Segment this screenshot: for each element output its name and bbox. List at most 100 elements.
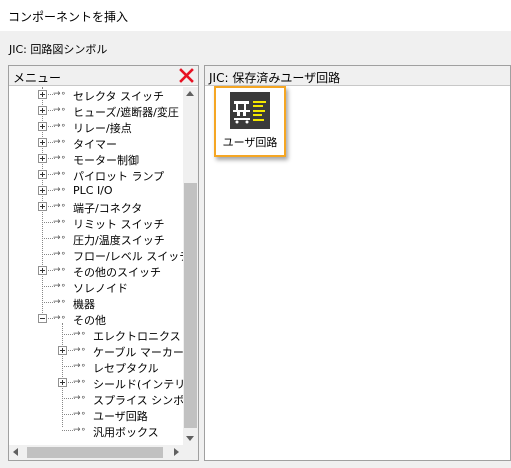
- menu-panel: メニュー →∘ セレクタ スイッチ →∘ ヒューズ/遮断器/変圧 →∘ リレー/接点 →∘ タ…: [8, 65, 199, 461]
- tree-item[interactable]: →∘ シールド(インテリジ: [9, 375, 183, 391]
- title-bar: コンポーネントを挿入: [0, 0, 511, 31]
- tree-item-label: シールド(インテリジ: [93, 378, 183, 391]
- tree-arrow-icon: →∘: [53, 185, 67, 195]
- tree-item-label: ヒューズ/遮断器/変圧: [73, 106, 179, 119]
- collapse-icon[interactable]: [38, 314, 47, 323]
- menu-tree: →∘ セレクタ スイッチ →∘ ヒューズ/遮断器/変圧 →∘ リレー/接点 →∘ タイマー →∘…: [9, 87, 183, 445]
- library-label: JIC: 回路図シンボル: [9, 43, 108, 56]
- scroll-down-icon[interactable]: [186, 436, 194, 441]
- tree-arrow-icon: →∘: [53, 137, 67, 147]
- tree-item[interactable]: →∘ ユーザ回路: [9, 407, 183, 423]
- tree-arrow-icon: →∘: [53, 169, 67, 179]
- vertical-scrollbar[interactable]: [183, 87, 198, 445]
- tree-item[interactable]: →∘ 機器: [9, 295, 183, 311]
- tree-item[interactable]: →∘ モーター制御: [9, 151, 183, 167]
- tree-item-label: 端子/コネクタ: [73, 202, 143, 215]
- expand-icon[interactable]: [38, 202, 47, 211]
- close-icon[interactable]: [179, 68, 194, 83]
- tree-item-label: ケーブル マーカー: [93, 346, 183, 359]
- expand-icon[interactable]: [38, 122, 47, 131]
- tree-item-label: ソレノイド: [73, 282, 128, 295]
- tree-arrow-icon: →∘: [53, 121, 67, 131]
- tree-item[interactable]: →∘ その他のスイッチ: [9, 263, 183, 279]
- tree-item-label: PLC I/O: [73, 184, 113, 197]
- tree-item-label: パイロット ランプ: [73, 170, 165, 183]
- tree-item-label: レセプタクル: [93, 362, 159, 375]
- tree-item[interactable]: →∘ エレクトロニクス: [9, 327, 183, 343]
- tree-item-label: セレクタ スイッチ: [73, 90, 165, 103]
- tree-arrow-icon: →∘: [53, 249, 67, 259]
- vertical-scroll-thumb[interactable]: [184, 183, 197, 428]
- tree-item-label: 圧力/温度スイッチ: [73, 234, 165, 247]
- tree-item-label: エレクトロニクス: [93, 330, 181, 343]
- tree-item-label: 機器: [73, 298, 95, 311]
- expand-icon[interactable]: [38, 154, 47, 163]
- tree-item[interactable]: →∘ ソレノイド: [9, 279, 183, 295]
- tree-arrow-icon: →∘: [53, 297, 67, 307]
- expand-icon[interactable]: [58, 346, 67, 355]
- tree-item[interactable]: →∘ PLC I/O: [9, 183, 183, 199]
- tree-arrow-icon: →∘: [53, 217, 67, 227]
- tree-arrow-icon: →∘: [73, 345, 87, 355]
- content-panel-title: JIC: 保存済みユーザ回路: [209, 71, 341, 85]
- tree-arrow-icon: →∘: [73, 425, 87, 435]
- tree-item-label: その他: [73, 314, 106, 327]
- tree-item-label: ユーザ回路: [93, 410, 148, 423]
- tree-item[interactable]: →∘ レセプタクル: [9, 359, 183, 375]
- tree-arrow-icon: →∘: [53, 201, 67, 211]
- scroll-right-icon[interactable]: [174, 448, 179, 456]
- tree-arrow-icon: →∘: [73, 361, 87, 371]
- content-panel-header: JIC: 保存済みユーザ回路: [205, 66, 510, 86]
- user-circuit-label: ユーザ回路: [222, 136, 278, 149]
- tree-item[interactable]: →∘ フロー/レベル スイッチ: [9, 247, 183, 263]
- expand-icon[interactable]: [38, 170, 47, 179]
- horizontal-scroll-thumb[interactable]: [27, 447, 163, 458]
- tree-arrow-icon: →∘: [73, 393, 87, 403]
- tree-item-label: その他のスイッチ: [73, 266, 161, 279]
- tree-item[interactable]: →∘ タイマー: [9, 135, 183, 151]
- tree-arrow-icon: →∘: [73, 329, 87, 339]
- tree-arrow-icon: →∘: [53, 89, 67, 99]
- user-circuit-tile[interactable]: ユーザ回路: [214, 86, 286, 157]
- expand-icon[interactable]: [58, 378, 67, 387]
- tree-item[interactable]: →∘ 圧力/温度スイッチ: [9, 231, 183, 247]
- tree-arrow-icon: →∘: [53, 105, 67, 115]
- tree-arrow-icon: →∘: [53, 313, 67, 323]
- tree-item[interactable]: →∘ リレー/接点: [9, 119, 183, 135]
- expand-icon[interactable]: [38, 106, 47, 115]
- tree-arrow-icon: →∘: [53, 233, 67, 243]
- tree-arrow-icon: →∘: [53, 153, 67, 163]
- expand-icon[interactable]: [38, 186, 47, 195]
- tree-item[interactable]: →∘ パイロット ランプ: [9, 167, 183, 183]
- tree-item-label: モーター制御: [73, 154, 139, 167]
- tree-arrow-icon: →∘: [73, 409, 87, 419]
- tree-item[interactable]: →∘ ヒューズ/遮断器/変圧: [9, 103, 183, 119]
- menu-panel-title: メニュー: [13, 71, 62, 85]
- tree-item-label: スプライス シンボル: [93, 394, 183, 407]
- scroll-left-icon[interactable]: [13, 448, 18, 456]
- user-circuit-icon: [230, 92, 270, 129]
- tree-item-label: フロー/レベル スイッチ: [73, 250, 183, 263]
- tree-item[interactable]: →∘ 汎用ボックス: [9, 423, 183, 439]
- tree-item[interactable]: →∘ その他: [9, 311, 183, 327]
- expand-icon[interactable]: [38, 90, 47, 99]
- tree-item[interactable]: →∘ ケーブル マーカー: [9, 343, 183, 359]
- tree-item-label: リレー/接点: [73, 122, 132, 135]
- tree-item[interactable]: →∘ 端子/コネクタ: [9, 199, 183, 215]
- tree-item-label: 汎用ボックス: [93, 426, 159, 439]
- expand-icon[interactable]: [38, 138, 47, 147]
- horizontal-scrollbar[interactable]: [9, 445, 183, 460]
- tree-item-label: タイマー: [73, 138, 117, 151]
- window-title: コンポーネントを挿入: [8, 10, 129, 24]
- tree-arrow-icon: →∘: [53, 281, 67, 291]
- tree-item[interactable]: →∘ リミット スイッチ: [9, 215, 183, 231]
- scroll-up-icon[interactable]: [186, 91, 194, 96]
- tree-arrow-icon: →∘: [73, 377, 87, 387]
- tree-item[interactable]: →∘ セレクタ スイッチ: [9, 87, 183, 103]
- tree-item-label: リミット スイッチ: [73, 218, 165, 231]
- tree-item[interactable]: →∘ スプライス シンボル: [9, 391, 183, 407]
- content-panel: JIC: 保存済みユーザ回路 ユーザ回路: [204, 65, 511, 461]
- expand-icon[interactable]: [38, 266, 47, 275]
- scrollbar-corner: [183, 445, 198, 460]
- tree-arrow-icon: →∘: [53, 265, 67, 275]
